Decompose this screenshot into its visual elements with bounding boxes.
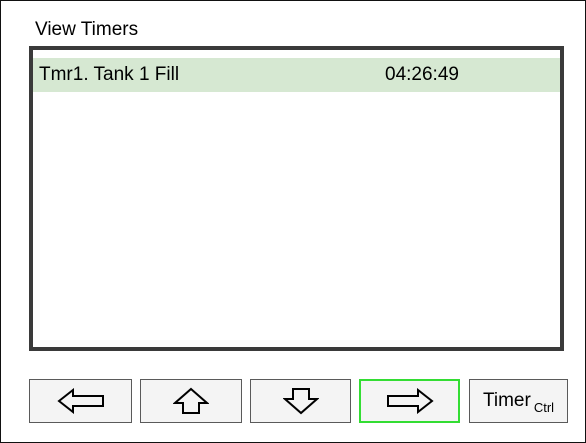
left-button[interactable] [29,379,132,423]
up-button[interactable] [140,379,242,423]
page-title: View Timers [35,19,139,40]
up-arrow-icon [173,387,209,414]
timer-row[interactable]: Tmr1. Tank 1 Fill 04:26:49 [33,58,560,92]
timer-label-sub: Ctrl [533,400,555,415]
right-arrow-icon [386,388,434,414]
timer-ctrl-label: Timer Ctrl [482,390,555,415]
timer-ctrl-button[interactable]: Timer Ctrl [469,379,568,423]
timer-label-main: Timer [482,390,531,411]
hmi-screen: View Timers Tmr1. Tank 1 Fill 04:26:49 T… [0,0,586,443]
down-arrow-icon [282,388,319,415]
timer-list: Tmr1. Tank 1 Fill 04:26:49 [29,46,564,351]
timer-name: Tmr1. Tank 1 Fill [39,64,180,85]
right-button[interactable] [359,379,460,423]
timer-value: 04:26:49 [385,64,459,85]
left-arrow-icon [56,388,104,414]
down-button[interactable] [250,379,351,423]
